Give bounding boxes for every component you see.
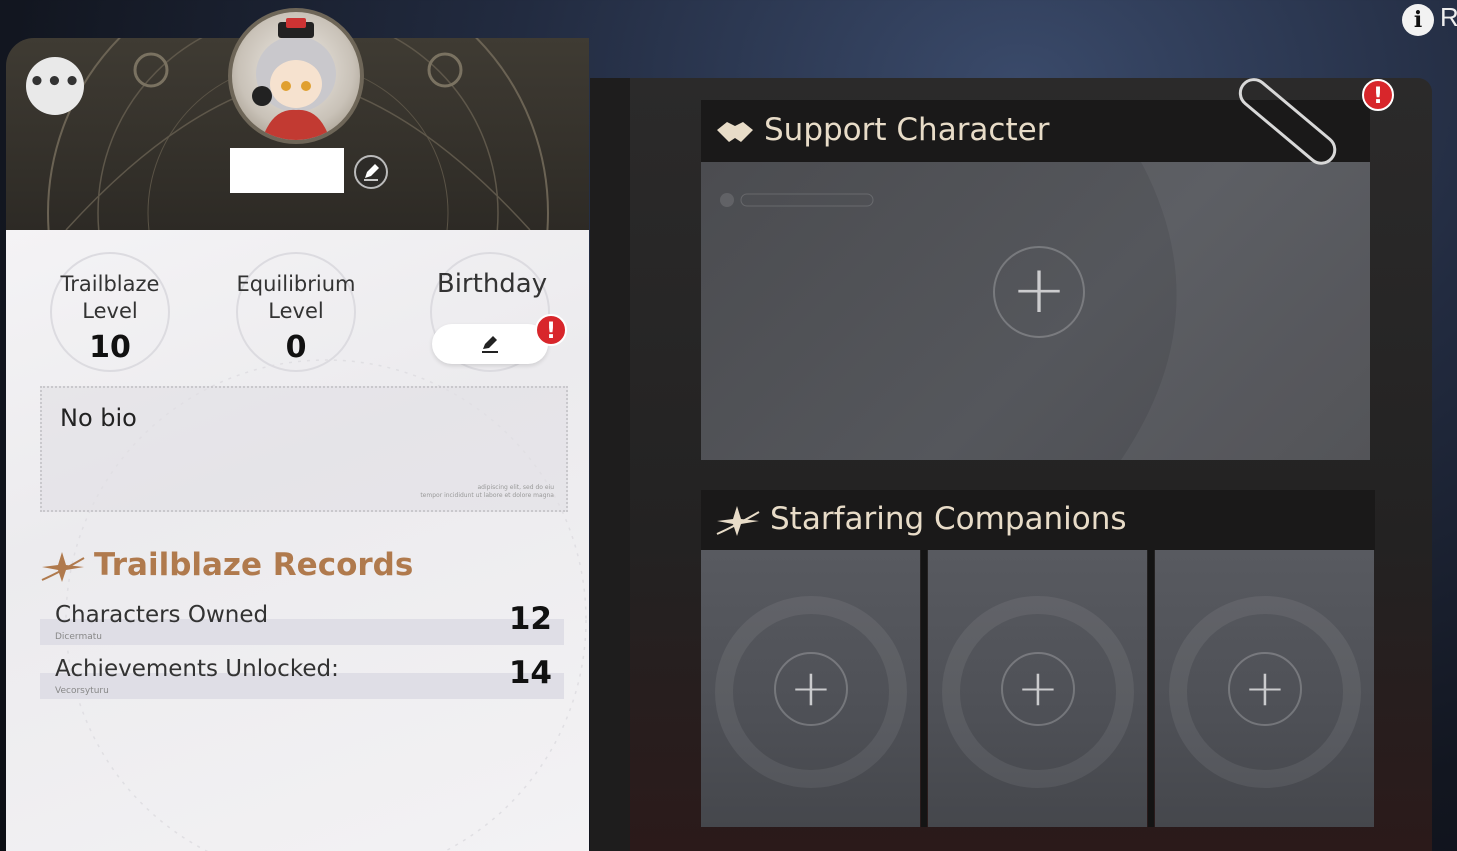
characters-owned-value: 12 (508, 601, 552, 637)
plus-icon: + (1244, 659, 1286, 717)
add-companion-3-button[interactable]: + (1228, 652, 1302, 726)
companion-slot-1[interactable]: + (701, 550, 920, 827)
companions-title: Starfaring Companions (770, 501, 1127, 537)
edit-name-button[interactable] (354, 155, 388, 189)
avatar[interactable] (228, 8, 364, 144)
trailblaze-level-label: Trailblaze Level (60, 272, 160, 323)
companion-slot-3[interactable]: + (1155, 550, 1374, 827)
next-label: R (1440, 2, 1457, 32)
add-companion-1-button[interactable]: + (774, 652, 848, 726)
edit-birthday-button[interactable] (432, 324, 548, 364)
handshake-icon (717, 122, 753, 142)
companions-header: Starfaring Companions (701, 490, 1375, 550)
bio-text: No bio (60, 404, 137, 432)
sparkle-icon (41, 552, 85, 582)
support-character-slot[interactable]: + (701, 162, 1370, 460)
support-character-title: Support Character (764, 112, 1050, 148)
birthday-label: Birthday (436, 269, 548, 299)
book-spine (590, 78, 630, 851)
add-companion-2-button[interactable]: + (1001, 652, 1075, 726)
achievements-label: Achievements Unlocked: (55, 656, 339, 682)
more-options-button[interactable]: ••• (26, 57, 84, 115)
edit-icon (364, 164, 379, 181)
characters-owned-sublabel: Dicermatu (55, 632, 102, 642)
info-button[interactable]: i (1402, 4, 1434, 36)
sparkle-icon (716, 506, 760, 536)
bio-box[interactable]: No bio adipiscing elit, sed do eiu tempo… (40, 386, 568, 512)
showcase-alert-icon: ! (1362, 79, 1394, 111)
bio-fine-print: adipiscing elit, sed do eiu tempor incid… (420, 484, 554, 499)
companion-slot-2[interactable]: + (928, 550, 1147, 827)
achievements-value: 14 (508, 655, 552, 691)
equilibrium-level-value: 0 (285, 330, 307, 365)
player-name-field (230, 148, 344, 193)
slot-divider (1148, 550, 1154, 827)
plus-icon: + (1011, 251, 1067, 328)
trailblaze-level-value: 10 (89, 330, 131, 365)
characters-owned-label: Characters Owned (55, 602, 269, 628)
plus-icon: + (1017, 659, 1059, 717)
more-icon: ••• (28, 67, 82, 97)
achievements-sublabel: Vecorsyturu (55, 686, 109, 696)
plus-icon: + (790, 659, 832, 717)
avatar-image (252, 18, 336, 140)
equilibrium-level-label: Equilibrium Level (236, 272, 356, 323)
records-title: Trailblaze Records (94, 547, 414, 583)
edit-icon (482, 336, 498, 353)
birthday-alert-icon: ! (535, 314, 567, 346)
slot-divider (921, 550, 927, 827)
add-support-character-button[interactable]: + (993, 246, 1085, 338)
